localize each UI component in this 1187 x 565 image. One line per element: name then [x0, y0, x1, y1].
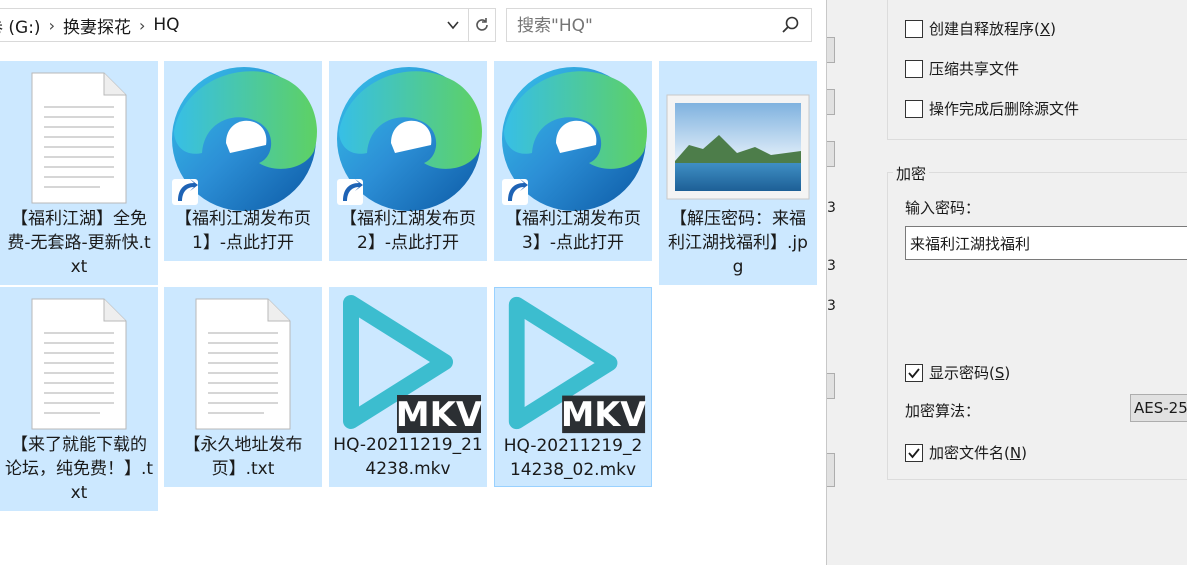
- svg-text:MKV: MKV: [561, 395, 646, 434]
- svg-text:MKV: MKV: [396, 395, 483, 435]
- partial-text: 3: [827, 298, 836, 314]
- file-name: 【来了就能下载的论坛，纯免费！】.txt: [4, 435, 154, 503]
- edge-browser-icon: [502, 67, 647, 211]
- file-item[interactable]: 【福利江湖】全免费-无套路-更新快.txt: [0, 61, 158, 285]
- create-sfx-option[interactable]: 创建自释放程序(X): [905, 18, 1056, 39]
- file-item[interactable]: 【福利江湖发布页2】-点此打开: [329, 61, 487, 261]
- partial-button[interactable]: [827, 37, 835, 63]
- password-input[interactable]: [905, 226, 1187, 260]
- file-item[interactable]: 【来了就能下载的论坛，纯免费！】.txt: [0, 287, 158, 511]
- mkv-video-icon: MKV: [508, 296, 646, 434]
- address-history-chevron-down-icon[interactable]: [446, 8, 460, 46]
- file-item[interactable]: 【福利江湖发布页1】-点此打开: [164, 61, 322, 261]
- partial-button[interactable]: [827, 141, 835, 167]
- file-explorer-window: 卷 (G:) › 换妻探花 › HQ: [0, 0, 826, 565]
- file-name: 【解压密码：来福利江湖找福利】.jpg: [668, 209, 808, 277]
- file-name: 【福利江湖发布页1】-点此打开: [175, 209, 311, 253]
- refresh-icon: [476, 18, 488, 31]
- create-sfx-checkbox[interactable]: [905, 19, 923, 38]
- password-label: 输入密码：: [905, 199, 981, 217]
- breadcrumb-current[interactable]: HQ: [153, 15, 179, 35]
- refresh-button[interactable]: [468, 8, 496, 42]
- file-name: HQ-20211219_214238.mkv: [333, 435, 483, 479]
- file-name: 【福利江湖】全免费-无套路-更新快.txt: [7, 209, 151, 277]
- compress-shared-option[interactable]: 压缩共享文件: [905, 58, 1019, 79]
- create-sfx-label: 创建自释放程序(X): [929, 20, 1056, 38]
- encryption-algorithm-select[interactable]: AES-256: [1130, 394, 1187, 422]
- show-password-checkbox[interactable]: [905, 363, 923, 382]
- search-box[interactable]: [506, 8, 812, 42]
- address-bar[interactable]: 卷 (G:) › 换妻探花 › HQ: [0, 8, 470, 42]
- compress-shared-label: 压缩共享文件: [929, 60, 1020, 78]
- partial-text: 3: [827, 200, 836, 216]
- encryption-group-title: 加密: [893, 163, 930, 184]
- show-password-label: 显示密码(S): [929, 364, 1011, 382]
- file-item[interactable]: 【解压密码：来福利江湖找福利】.jpg: [659, 61, 817, 285]
- mkv-video-icon: MKV: [343, 295, 483, 435]
- encrypt-filenames-option[interactable]: 加密文件名(N): [905, 442, 1027, 463]
- breadcrumb-drive[interactable]: 卷 (G:): [0, 13, 41, 38]
- breadcrumb-chevron-icon[interactable]: ›: [139, 16, 145, 35]
- encrypt-filenames-label: 加密文件名(N): [929, 444, 1027, 462]
- delete-source-label: 操作完成后删除源文件: [929, 100, 1080, 118]
- search-input[interactable]: [517, 16, 767, 36]
- encrypt-filenames-checkbox[interactable]: [905, 443, 923, 462]
- text-document-icon: [195, 298, 291, 430]
- file-name: 【永久地址发布页】.txt: [183, 435, 303, 479]
- partial-button[interactable]: [827, 373, 835, 399]
- partial-button[interactable]: [827, 453, 835, 487]
- partial-text: 3: [827, 258, 836, 274]
- compress-shared-checkbox[interactable]: [905, 59, 923, 78]
- encryption-algorithm-label: 加密算法：: [905, 402, 981, 420]
- text-document-icon: [31, 72, 127, 204]
- edge-browser-icon: [337, 67, 482, 211]
- checkmark-icon: [908, 447, 920, 458]
- partial-button[interactable]: [827, 89, 835, 115]
- search-icon[interactable]: [781, 15, 801, 35]
- delete-source-option[interactable]: 操作完成后删除源文件: [905, 98, 1079, 119]
- archive-settings-dialog: 3 3 3 创建自释放程序(X) 压缩共享文件 操作完成后删除源文件 加密 输入…: [826, 0, 1187, 565]
- checkmark-icon: [908, 367, 920, 378]
- file-item[interactable]: 【永久地址发布页】.txt: [164, 287, 322, 487]
- breadcrumb-chevron-icon[interactable]: ›: [49, 16, 55, 35]
- encryption-groupbox: [887, 172, 1187, 480]
- file-item-focused[interactable]: MKV HQ-20211219_214238_02.mkv: [494, 287, 652, 487]
- show-password-option[interactable]: 显示密码(S): [905, 362, 1010, 383]
- file-item[interactable]: 【福利江湖发布页3】-点此打开: [494, 61, 652, 261]
- file-name: HQ-20211219_214238_02.mkv: [503, 436, 643, 480]
- file-item[interactable]: MKV HQ-20211219_214238.mkv: [329, 287, 487, 487]
- image-thumbnail-icon: [666, 94, 810, 200]
- file-name: 【福利江湖发布页2】-点此打开: [340, 209, 476, 253]
- delete-source-checkbox[interactable]: [905, 99, 923, 118]
- text-document-icon: [31, 298, 127, 430]
- file-name: 【福利江湖发布页3】-点此打开: [505, 209, 641, 253]
- edge-browser-icon: [172, 67, 317, 211]
- breadcrumb-folder[interactable]: 换妻探花: [63, 13, 131, 38]
